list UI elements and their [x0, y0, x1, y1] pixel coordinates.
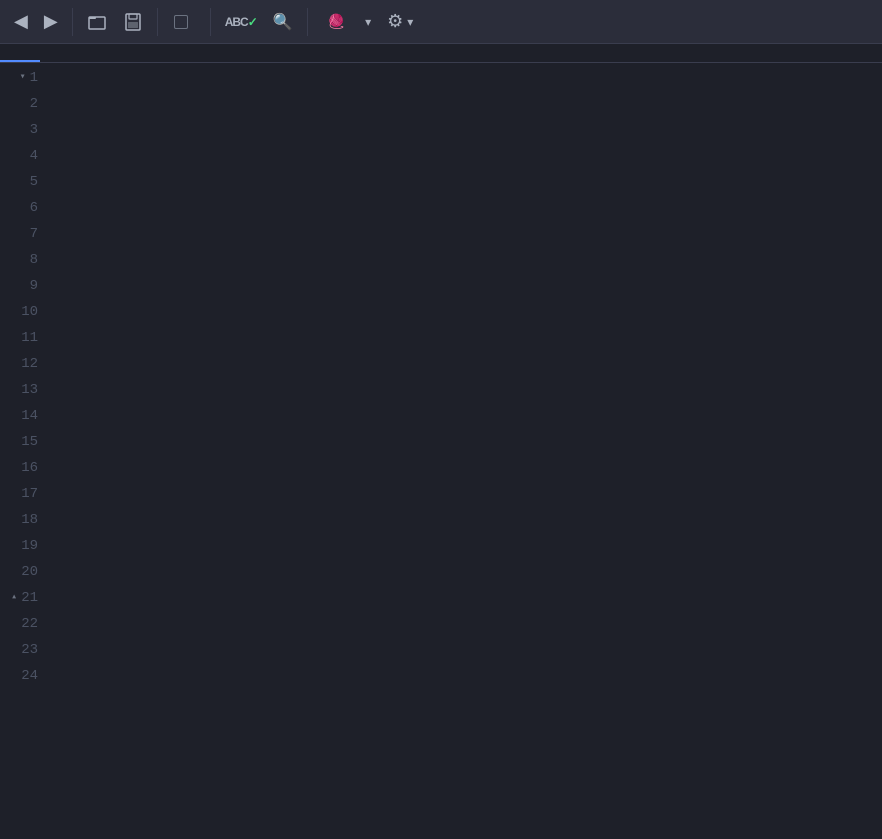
line-number-20: 20	[8, 559, 38, 585]
line-number-12: 12	[8, 351, 38, 377]
search-button[interactable]: 🔍	[267, 8, 299, 36]
line-number-13: 13	[8, 377, 38, 403]
line-number-7: 7	[8, 221, 38, 247]
divider-4	[307, 8, 308, 36]
open-button[interactable]	[81, 8, 113, 36]
line-number-15: 15	[8, 429, 38, 455]
line-number-19: 19	[8, 533, 38, 559]
line-number-18: 18	[8, 507, 38, 533]
line-number-11: 11	[8, 325, 38, 351]
line-number-14: 14	[8, 403, 38, 429]
line-number-16: 16	[8, 455, 38, 481]
divider-3	[210, 8, 211, 36]
spellcheck-button[interactable]: ABC ✓	[219, 11, 263, 33]
gear-dropdown-arrow: ▾	[407, 15, 413, 29]
tab-visual[interactable]	[40, 44, 80, 62]
line-number-3: 3	[8, 117, 38, 143]
knit-button[interactable]: 🧶	[320, 9, 359, 34]
tab-source[interactable]	[0, 44, 40, 62]
knit-group: 🧶 ▾	[320, 9, 377, 34]
forward-button[interactable]: ▶	[38, 7, 64, 36]
toolbar: ◀ ▶ ABC ✓ 🔍 🧶 ▾ ⚙ ▾	[0, 0, 882, 44]
knit-dropdown-button[interactable]: ▾	[359, 11, 377, 33]
fold-arrow-21[interactable]: ▴	[11, 585, 17, 611]
line-number-9: 9	[8, 273, 38, 299]
line-number-8: 8	[8, 247, 38, 273]
knit-on-save-checkbox[interactable]	[174, 15, 188, 29]
tabs-bar	[0, 44, 882, 63]
line-number-22: 22	[8, 611, 38, 637]
knit-icon: 🧶	[328, 13, 345, 30]
fold-arrow-1[interactable]: ▾	[20, 65, 26, 91]
check-icon: ✓	[248, 15, 257, 29]
line-number-23: 23	[8, 637, 38, 663]
back-button[interactable]: ◀	[8, 7, 34, 36]
abc-icon: ABC	[225, 15, 248, 29]
settings-button[interactable]: ⚙ ▾	[381, 7, 419, 36]
code-area[interactable]	[50, 63, 882, 820]
line-number-17: 17	[8, 481, 38, 507]
editor: ▾ 1 2 3 4 5 6 7 8 9 10 11 12 13 14 15 16…	[0, 63, 882, 820]
save-button[interactable]	[117, 8, 149, 36]
line-number-2: 2	[8, 91, 38, 117]
knit-on-save-toggle[interactable]	[166, 11, 202, 33]
line-number-10: 10	[8, 299, 38, 325]
divider-2	[157, 8, 158, 36]
divider-1	[72, 8, 73, 36]
line-number-24: 24	[8, 663, 38, 689]
line-number-5: 5	[8, 169, 38, 195]
line-number-21: ▴ 21	[8, 585, 38, 611]
line-number-4: 4	[8, 143, 38, 169]
line-number-1: ▾ 1	[8, 65, 38, 91]
line-number-6: 6	[8, 195, 38, 221]
gear-icon: ⚙	[387, 11, 403, 32]
line-numbers: ▾ 1 2 3 4 5 6 7 8 9 10 11 12 13 14 15 16…	[0, 63, 50, 820]
